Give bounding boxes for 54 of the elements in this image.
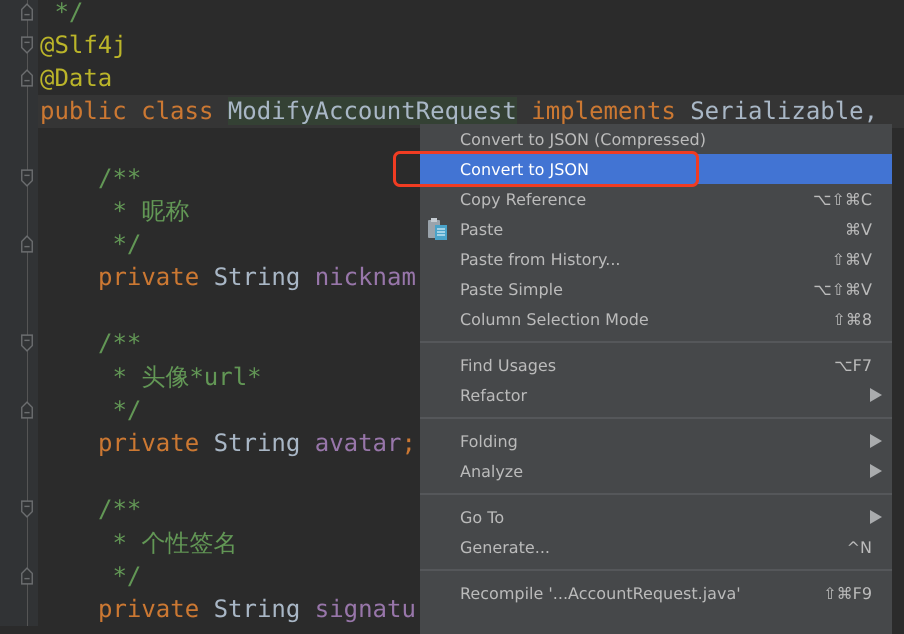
submenu-arrow-icon: [870, 510, 882, 524]
menu-item[interactable]: Paste ⌘V: [420, 214, 892, 244]
submenu-arrow-icon: [870, 388, 882, 402]
menu-item[interactable]: Go To: [420, 502, 892, 532]
code-comment: */: [53, 0, 84, 26]
submenu-arrow-icon: [870, 464, 882, 478]
code-type: Serializable,: [690, 97, 878, 126]
clipboard-icon: [426, 217, 448, 241]
class-name: ModifyAccountRequest: [228, 97, 517, 126]
menu-item[interactable]: Refactor: [420, 380, 892, 410]
menu-item[interactable]: Recompile '...AccountRequest.java' ⇧⌘F9: [420, 578, 892, 608]
fold-marker-icon[interactable]: [20, 68, 34, 88]
fold-marker-icon[interactable]: [20, 234, 34, 254]
fold-marker-icon[interactable]: [20, 168, 34, 188]
fold-marker-icon[interactable]: [20, 400, 34, 420]
submenu-arrow-icon: [870, 434, 882, 448]
code-type: String: [214, 594, 302, 623]
code-comment: */: [111, 562, 142, 590]
code-comment: * 昵称: [111, 196, 190, 225]
field-name: nicknam: [314, 263, 416, 292]
code-type: String: [214, 263, 302, 292]
code-comment: * 个性签名: [111, 528, 238, 557]
code-keyword: private: [98, 429, 200, 458]
code-type: String: [214, 429, 302, 458]
code-keyword: private: [98, 263, 200, 292]
code-comment: */: [111, 396, 142, 424]
code-comment: */: [111, 230, 142, 258]
code-keyword: public class: [40, 97, 214, 126]
menu-item[interactable]: Find Usages ⌥F7: [420, 350, 892, 380]
code-annotation: @Data: [40, 64, 112, 92]
fold-marker-icon[interactable]: [20, 566, 34, 586]
code-comment: * 头像*url*: [111, 362, 262, 391]
code-keyword: ;: [401, 429, 416, 458]
code-comment: /**: [98, 329, 142, 358]
menu-item[interactable]: Paste Simple ⌥⇧⌘V: [420, 274, 892, 304]
fold-marker-icon[interactable]: [20, 333, 34, 354]
code-comment: /**: [98, 495, 142, 524]
menu-item[interactable]: Analyze: [420, 456, 892, 486]
menu-item[interactable]: Column Selection Mode ⇧⌘8: [420, 304, 892, 334]
code-annotation: @Slf4j: [40, 30, 127, 59]
menu-item[interactable]: Generate... ^N: [420, 532, 892, 562]
code-comment: /**: [98, 164, 142, 192]
fold-marker-icon[interactable]: [20, 499, 34, 520]
code-keyword: private: [98, 594, 200, 623]
menu-item[interactable]: Convert to JSON (Compressed): [420, 124, 892, 154]
menu-item[interactable]: Folding: [420, 426, 892, 456]
menu-item[interactable]: Paste from History... ⇧⌘V: [420, 244, 892, 274]
field-name: signatu: [314, 594, 416, 623]
menu-item[interactable]: Convert to JSON: [420, 154, 892, 184]
field-name: avatar: [314, 429, 402, 458]
menu-item[interactable]: Copy Reference ⌥⇧⌘C: [420, 184, 892, 214]
fold-marker-icon[interactable]: [20, 2, 34, 22]
code-keyword: implements: [530, 97, 677, 126]
fold-marker-icon[interactable]: [20, 34, 34, 55]
